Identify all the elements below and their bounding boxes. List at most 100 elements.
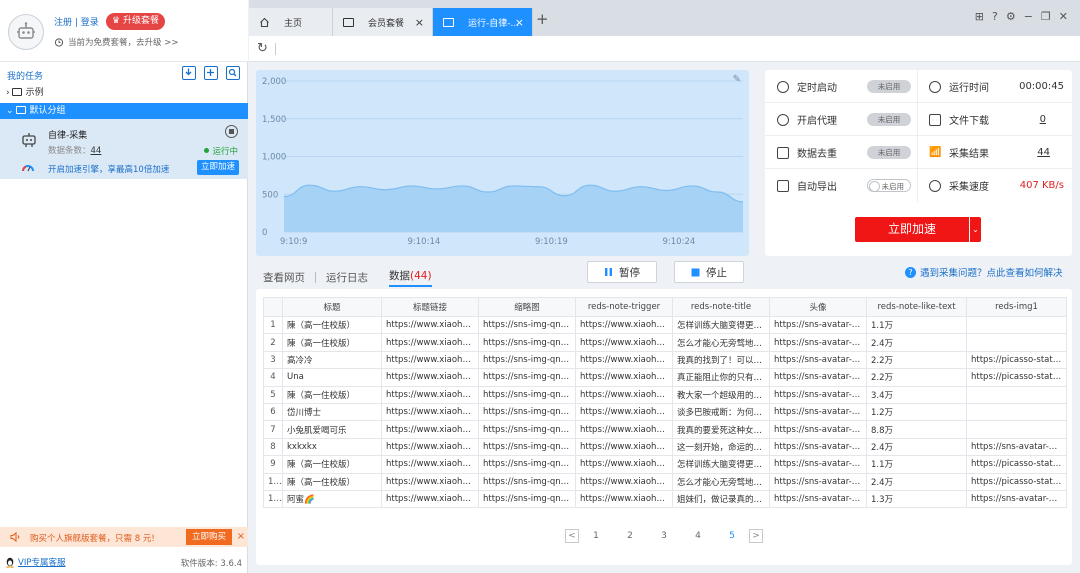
tab-membership[interactable]: 会员套餐 × xyxy=(333,8,433,36)
table-row[interactable]: 6岱川博士https://www.xiaohongs...https://sns… xyxy=(263,402,1067,422)
table-cell: 3 xyxy=(263,350,283,370)
avatar[interactable] xyxy=(8,14,44,50)
column-header[interactable]: 标题 xyxy=(282,297,382,317)
table-cell: https://sns-img-qn.xhsc... xyxy=(478,385,576,404)
minimize-icon[interactable]: − xyxy=(1024,10,1033,23)
tree-item-example[interactable]: › 示例 xyxy=(0,85,248,101)
table-cell: https://sns-avatar-qc.xh... xyxy=(769,420,867,439)
add-tab-icon[interactable]: + xyxy=(536,10,549,28)
column-header[interactable]: 头像 xyxy=(769,297,867,317)
stop-button[interactable]: 停止 xyxy=(674,261,744,283)
settings-icon[interactable]: ⚙ xyxy=(1006,10,1016,23)
gift-icon[interactable]: ⊞ xyxy=(975,10,984,23)
tab-run-task[interactable]: 运行-自律-... × xyxy=(433,8,533,36)
help-icon[interactable]: ? xyxy=(992,10,998,23)
column-header[interactable]: reds-note-title xyxy=(672,297,770,317)
page-1[interactable]: 1 xyxy=(579,531,613,541)
table-cell: 1.2万 xyxy=(866,402,967,422)
tab-data[interactable]: 数据(44) xyxy=(389,268,432,287)
column-header[interactable]: 缩略图 xyxy=(478,297,576,317)
table-row[interactable]: 2陳（高一住校版）https://www.xiaohongs...https:/… xyxy=(263,333,1067,352)
table-cell: https://sns-avatar-qc.xh... xyxy=(966,489,1067,509)
column-header[interactable]: reds-img1 xyxy=(966,297,1067,317)
accelerate-dropdown-icon[interactable]: ⌄ xyxy=(970,217,981,242)
table-row[interactable]: 9陳（高一住校版）https://www.xiaohongs...https:/… xyxy=(263,455,1067,474)
table-cell: 8.8万 xyxy=(866,420,967,439)
tab-close-icon[interactable]: × xyxy=(515,16,524,29)
buy-now-button[interactable]: 立即购买 xyxy=(186,529,232,545)
search-task-icon[interactable] xyxy=(226,66,240,80)
close-icon[interactable]: × xyxy=(237,531,245,542)
collect-speed-value: 407 KB/s xyxy=(1019,180,1064,191)
next-page-icon[interactable]: > xyxy=(749,529,763,543)
help-link[interactable]: ? 遇到采集问题？点此查看如何解决 xyxy=(905,265,1063,279)
upgrade-button[interactable]: ♛ 升级套餐 xyxy=(106,13,165,30)
speaker-icon xyxy=(10,531,20,543)
table-row[interactable]: 4Unahttps://www.xiaohongs...https://sns-… xyxy=(263,368,1067,387)
plan-notice[interactable]: 当前为免费套餐，去升级 >> xyxy=(54,36,178,48)
table-row[interactable]: 1陳（高一住校版）https://www.xiaohongs...https:/… xyxy=(263,315,1067,335)
table-row[interactable]: 3高冷冷https://www.xiaohongs...https://sns-… xyxy=(263,350,1067,370)
x-tick-label: 9:10:24 xyxy=(663,237,696,247)
table-cell: Una xyxy=(282,368,382,387)
table-cell: https://sns-img-qn.xhsc... xyxy=(478,455,576,474)
tab-home[interactable]: 主页 xyxy=(249,8,333,36)
table-cell: 2 xyxy=(263,333,283,352)
page-3[interactable]: 3 xyxy=(647,531,681,541)
qq-penguin-icon xyxy=(6,557,14,568)
column-header[interactable] xyxy=(263,297,283,317)
table-row[interactable]: 10陳（高一住校版）https://www.xiaohongs...https:… xyxy=(263,472,1067,491)
collect-result-value[interactable]: 44 xyxy=(1037,136,1050,169)
export-icon xyxy=(777,179,789,192)
import-icon[interactable] xyxy=(182,66,196,80)
column-header[interactable]: 标题链接 xyxy=(381,297,479,317)
speed-chart-svg: 2,000 1,500 1,000 500 0 9:10:9 9:10:14 9:10:19 9… xyxy=(262,77,744,247)
prev-page-icon[interactable]: < xyxy=(565,529,579,543)
proxy-toggle[interactable]: 未启用 xyxy=(867,113,911,126)
page-4[interactable]: 4 xyxy=(681,531,715,541)
table-cell: https://sns-img-qn.xhsc... xyxy=(478,472,576,491)
page-icon xyxy=(343,17,354,27)
clock-icon xyxy=(777,80,789,93)
table-row[interactable]: 11阿蜜🌈https://www.xiaohongs...https://sns… xyxy=(263,489,1067,509)
table-cell: 怎样训练大脑变得更聪... xyxy=(672,315,770,335)
tab-run-log[interactable]: 运行日志 xyxy=(326,270,368,285)
table-row[interactable]: 5陳（高一住校版）https://www.xiaohongs...https:/… xyxy=(263,385,1067,404)
add-task-icon[interactable] xyxy=(204,66,218,80)
accelerate-button[interactable]: 立即加速 xyxy=(196,160,239,175)
page-2[interactable]: 2 xyxy=(613,531,647,541)
schedule-toggle[interactable]: 未启用 xyxy=(867,80,911,93)
page-5[interactable]: 5 xyxy=(715,531,749,541)
table-cell: 怎么才能心无旁骛地学... xyxy=(672,472,770,491)
tree-item-default-group[interactable]: ⌄ 默认分组 xyxy=(0,103,248,119)
table-row[interactable]: 7小兔肌爱喝可乐https://www.xiaohongs...https://… xyxy=(263,420,1067,439)
table-cell: 2.4万 xyxy=(866,437,967,457)
table-cell: 姐妹们，做记录真的可... xyxy=(672,489,770,509)
column-header[interactable]: reds-note-trigger xyxy=(575,297,673,317)
tab-view-web[interactable]: 查看网页 xyxy=(263,270,305,285)
table-row[interactable]: 8kxkxkxhttps://www.xiaohongs...https://s… xyxy=(263,437,1067,457)
file-download-label: 文件下载 xyxy=(929,103,989,136)
file-download-value[interactable]: 0 xyxy=(1040,103,1046,136)
table-cell: https://www.xiaohongs... xyxy=(381,315,479,335)
table-cell: 5 xyxy=(263,385,283,404)
login-register-link[interactable]: 注册 | 登录 xyxy=(54,15,99,28)
pause-button[interactable]: 暂停 xyxy=(587,261,657,283)
vip-support-link[interactable]: VIP专属客服 xyxy=(5,556,65,568)
edit-icon[interactable]: ✎ xyxy=(733,74,741,85)
close-window-icon[interactable]: ✕ xyxy=(1059,10,1068,23)
status-badge: 运行中 xyxy=(204,145,238,157)
chevron-down-icon: ⌄ xyxy=(6,106,14,116)
export-toggle[interactable]: 未启用 xyxy=(867,179,911,192)
column-header[interactable]: reds-note-like-text xyxy=(866,297,967,317)
status-row-proxy: 开启代理 未启用 文件下载 0 xyxy=(765,103,1072,136)
task-card[interactable]: 自律-采集 数据条数：44 运行中 开启加速引擎，享最高10倍加速 立即加速 xyxy=(0,119,248,179)
dedupe-toggle[interactable]: 未启用 xyxy=(867,146,911,159)
accelerate-now-button[interactable]: 立即加速 xyxy=(855,217,969,242)
restore-icon[interactable]: ❐ xyxy=(1041,10,1051,23)
status-row-dedupe: 数据去重 未启用 📶 采集结果 44 xyxy=(765,136,1072,169)
refresh-icon[interactable]: ↻ xyxy=(257,41,268,56)
table-cell: https://sns-img-qn.xhsc... xyxy=(478,368,576,387)
stop-task-icon[interactable] xyxy=(225,125,238,138)
tab-close-icon[interactable]: × xyxy=(415,16,424,29)
